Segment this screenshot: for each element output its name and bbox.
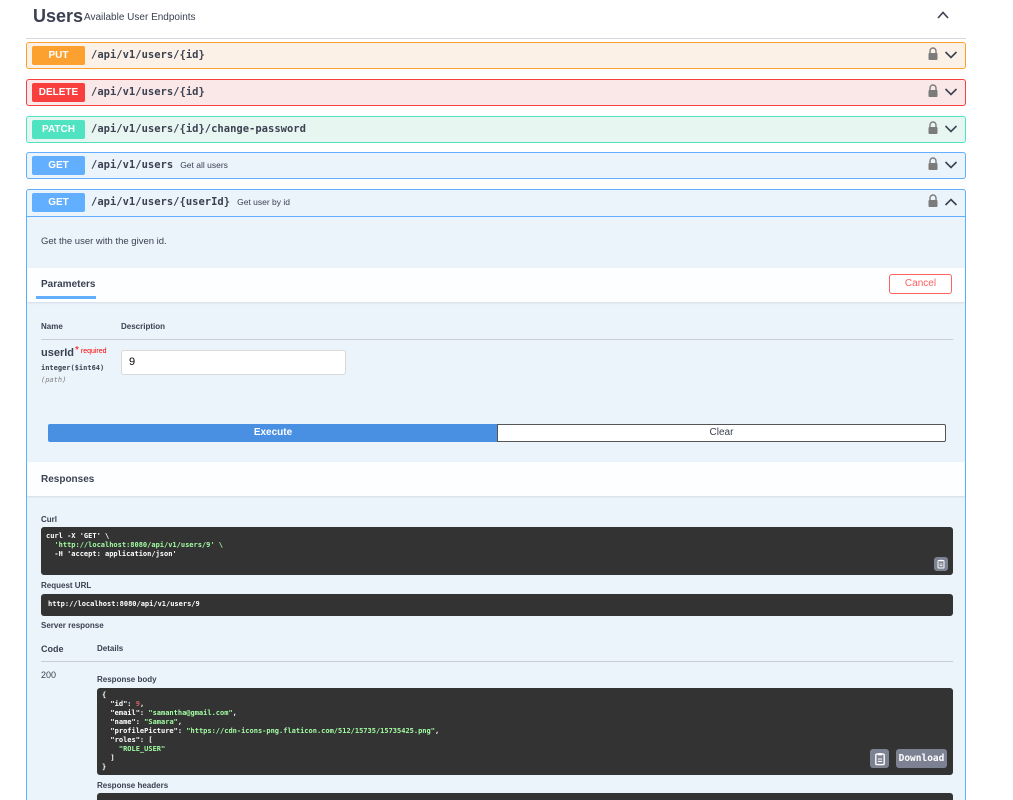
curl-line-text: 'http://localhost:8080/api/v1/users/9' \	[46, 541, 224, 549]
json-picture-value: https://cdn-icons-png.flaticon.com/512/1…	[190, 727, 431, 735]
method-badge-get: GET	[32, 156, 85, 175]
curl-line: -H 'accept: application/json'	[46, 550, 948, 559]
request-url-block: http://localhost:8080/api/v1/users/9	[41, 594, 953, 616]
operation-delete-user[interactable]: DELETE /api/v1/users/{id}	[26, 79, 966, 106]
responses-title: Responses	[41, 474, 95, 485]
column-description-header: Description	[121, 322, 166, 331]
method-badge-patch: PATCH	[32, 120, 85, 139]
details-column-header: Details	[97, 644, 124, 653]
operation-path: /api/v1/users/{id}	[91, 86, 205, 98]
userid-input[interactable]: 9	[121, 350, 346, 375]
lock-icon[interactable]	[927, 194, 939, 208]
operation-path: /api/v1/users/{id}/change-password	[91, 123, 306, 135]
method-badge-get: GET	[32, 193, 85, 212]
curl-line-text: curl -X 'GET' \	[46, 532, 110, 540]
divider	[41, 661, 953, 662]
curl-line: 'http://localhost:8080/api/v1/users/9' \	[46, 541, 948, 550]
param-type: integer($int64)	[41, 364, 105, 372]
responses-header: Responses	[27, 462, 965, 496]
operation-get-user-by-id: GET /api/v1/users/{userId} Get user by id…	[26, 189, 966, 800]
response-headers-label: Response headers	[97, 781, 169, 790]
lock-icon[interactable]	[927, 84, 939, 98]
operation-path: /api/v1/users/{id}	[91, 49, 205, 61]
json-name-value: Samara	[148, 718, 174, 726]
clear-button[interactable]: Clear	[497, 424, 946, 442]
param-required: * required	[75, 345, 107, 356]
method-badge-put: PUT	[32, 46, 85, 65]
request-url-label: Request URL	[41, 581, 92, 590]
column-name-header: Name	[41, 322, 63, 331]
status-code: 200	[41, 670, 57, 680]
code-column-header: Code	[41, 644, 64, 654]
tab-active-indicator	[36, 296, 96, 299]
chevron-down-icon[interactable]	[944, 159, 958, 171]
operation-path: /api/v1/users Get all users	[91, 159, 228, 171]
tab-parameters[interactable]: Parameters	[41, 279, 95, 290]
curl-label: Curl	[41, 515, 57, 524]
download-button[interactable]: Download	[896, 749, 947, 768]
json-id-value: 9	[135, 700, 140, 708]
chevron-up-icon[interactable]	[936, 8, 950, 22]
clipboard-icon	[874, 752, 885, 765]
chevron-down-icon[interactable]	[944, 86, 958, 98]
lock-icon[interactable]	[927, 47, 939, 61]
required-star: *	[75, 345, 79, 356]
copy-response-button[interactable]	[870, 749, 889, 768]
divider	[41, 339, 953, 340]
required-label: required	[80, 348, 107, 355]
tag-title: Users	[33, 6, 84, 26]
operation-get-all-users[interactable]: GET /api/v1/users Get all users	[26, 152, 966, 179]
curl-block: curl -X 'GET' \ 'http://localhost:8080/a…	[41, 527, 953, 575]
chevron-up-icon[interactable]	[944, 196, 958, 208]
lock-icon[interactable]	[927, 157, 939, 171]
param-location: (path)	[41, 376, 67, 384]
operation-summary-row[interactable]: GET /api/v1/users/{userId} Get user by id	[27, 190, 965, 217]
lock-icon[interactable]	[927, 121, 939, 135]
json-role-value: ROLE_USER	[123, 745, 162, 753]
clipboard-icon	[937, 559, 945, 569]
tag-header-users[interactable]: Users Available User Endpoints	[26, 0, 966, 39]
json-email-value: samantha@gmail.com	[152, 709, 229, 717]
operation-path-text: /api/v1/users	[91, 159, 174, 171]
copy-curl-button[interactable]	[934, 557, 948, 571]
operation-summary: Get all users	[180, 160, 228, 170]
operation-patch-change-password[interactable]: PATCH /api/v1/users/{id}/change-password	[26, 116, 966, 143]
cancel-button[interactable]: Cancel	[889, 274, 952, 294]
operation-description: Get the user with the given id.	[41, 236, 167, 247]
chevron-down-icon[interactable]	[944, 123, 958, 135]
parameters-header: Parameters Cancel	[27, 268, 965, 302]
response-headers-block	[97, 793, 953, 800]
curl-line-text: -H 'accept: application/json'	[46, 550, 177, 558]
operation-path: /api/v1/users/{userId} Get user by id	[91, 196, 290, 208]
server-response-label: Server response	[41, 621, 104, 630]
response-body-label: Response body	[97, 675, 157, 684]
response-body-block: { "id": 9, "email": "samantha@gmail.com"…	[97, 688, 953, 775]
execute-button[interactable]: Execute	[48, 424, 498, 442]
param-name: userId	[41, 347, 75, 359]
curl-line: curl -X 'GET' \	[46, 532, 948, 541]
operation-put-user[interactable]: PUT /api/v1/users/{id}	[26, 42, 966, 69]
method-badge-delete: DELETE	[32, 83, 85, 102]
chevron-down-icon[interactable]	[944, 49, 958, 61]
operation-path-text: /api/v1/users/{userId}	[91, 196, 231, 208]
tag-description: Available User Endpoints	[84, 12, 196, 23]
operation-summary: Get user by id	[237, 197, 290, 207]
